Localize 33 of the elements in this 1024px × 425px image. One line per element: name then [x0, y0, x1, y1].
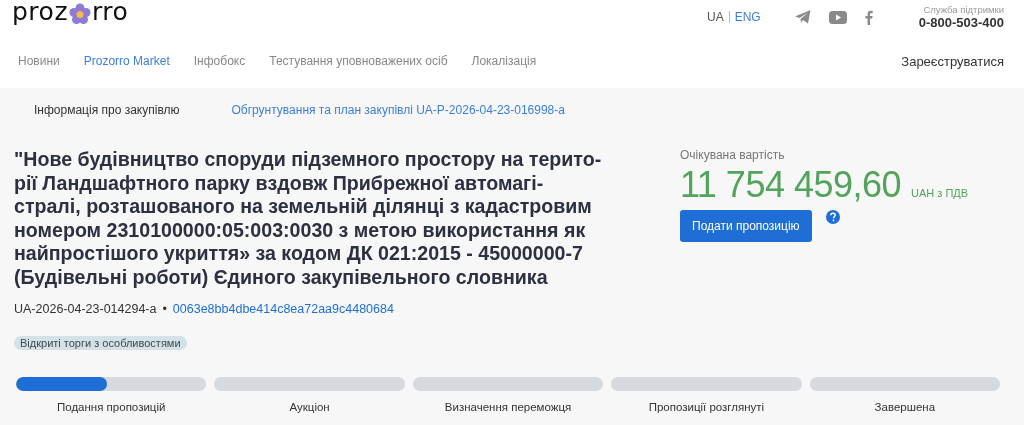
flower-icon: [69, 3, 92, 25]
tender-title: "Нове будівництво споруди підземного простору на терито-рії Ландшафтного парку вздовж Прибрежної автомагі-стралі, розташованого на земельній ділянці з кадастровим номером 2310100000:05:003:0030 з метою використання як найпростішого укриття» за кодом ДК 021:2015 - 45000000-7 (Будівельні роботи) Єдиного закупівельного словника: [14, 148, 603, 289]
nav-link[interactable]: Тестування уповноважених осіб: [269, 54, 448, 68]
support-label: Служба підтримки: [923, 4, 1004, 15]
youtube-icon[interactable]: [828, 10, 847, 24]
tab[interactable]: Інформація про закупівлю: [34, 103, 180, 119]
language-link[interactable]: ENG: [734, 10, 761, 24]
stage-label: Визначення переможця: [444, 401, 572, 413]
stage-label: Завершена: [874, 401, 936, 413]
tender-hash-link[interactable]: 0063e8bb4dbe414c8ea72aa9c4480684: [172, 302, 394, 316]
nav-link[interactable]: Новини: [18, 54, 60, 68]
nav-link[interactable]: Локалізація: [471, 54, 537, 68]
separator-dot: •: [162, 302, 167, 316]
logo-text: rro: [92, 0, 129, 26]
tender-id: UA-2026-04-23-014294-a: [14, 302, 157, 316]
price-amount: 11 754 459,60: [680, 164, 902, 206]
price-label: Очікувана вартість: [680, 148, 786, 162]
logo-text: proz: [12, 0, 69, 26]
telegram-icon[interactable]: [794, 10, 811, 24]
price-currency: UAH з ПДВ: [911, 187, 969, 199]
submit-offer-button[interactable]: Подати пропозицію: [680, 210, 812, 242]
tab[interactable]: Обгрунтування та план закупівлі UA-P-2026-04-23-016998-a: [231, 103, 565, 119]
stage-label: Подання пропозицій: [57, 401, 166, 413]
register-link[interactable]: Зареєструватися: [901, 53, 1004, 69]
nav-link[interactable]: Інфобокс: [193, 54, 246, 68]
stage-label: Пропозиції розглянуті: [648, 401, 765, 413]
language-link[interactable]: UA: [707, 10, 724, 24]
nav-link[interactable]: Prozorro Market: [83, 54, 170, 68]
help-icon[interactable]: [825, 210, 840, 224]
facebook-icon[interactable]: [864, 9, 873, 25]
procedure-badge: Відкриті торги з особливостями: [14, 336, 187, 350]
stage-label: Аукціон: [289, 401, 330, 413]
support-phone: 0-800-503-400: [918, 15, 1004, 30]
